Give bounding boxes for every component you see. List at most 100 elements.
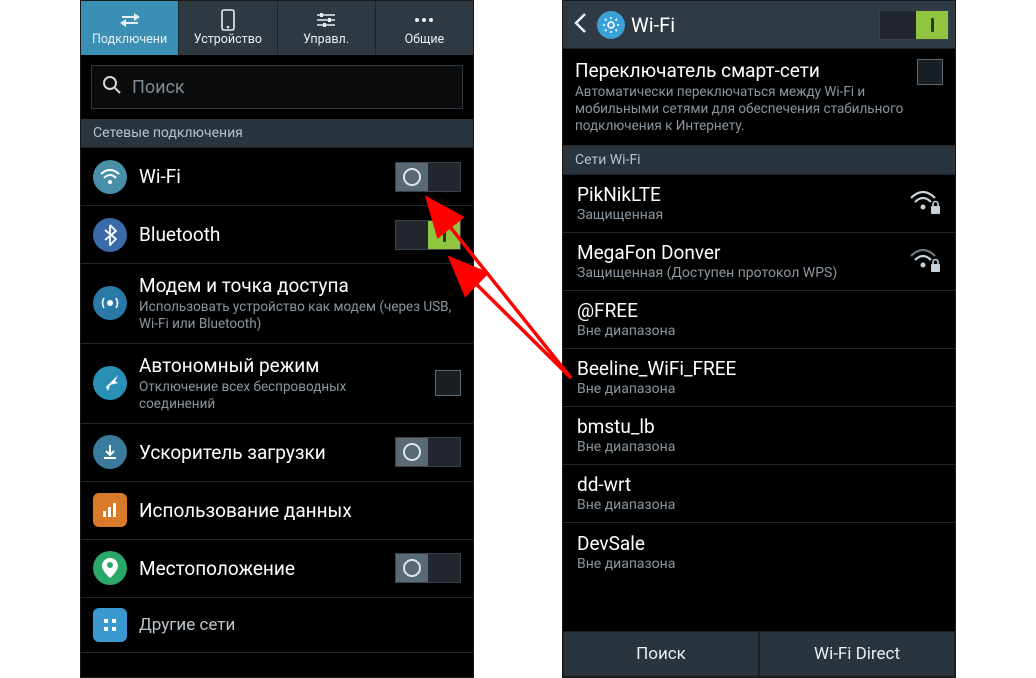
wifi-screen: Wi-Fi Переключатель смарт-сети Автоматич… bbox=[562, 0, 956, 678]
item-body: Другие сети bbox=[139, 615, 461, 635]
data-usage-icon bbox=[93, 493, 127, 527]
bottom-bar: Поиск Wi-Fi Direct bbox=[563, 631, 955, 677]
item-title: Wi-Fi bbox=[139, 165, 383, 188]
title-bar: Wi-Fi bbox=[563, 1, 955, 49]
tab-label: Управл. bbox=[303, 32, 349, 47]
item-sub: Использовать устройство как модем (через… bbox=[139, 299, 461, 333]
download-boost-icon bbox=[93, 435, 127, 469]
net-sub: Вне диапазона bbox=[577, 323, 941, 339]
tab-controls[interactable]: Управл. bbox=[278, 1, 376, 55]
item-other-networks[interactable]: Другие сети bbox=[81, 598, 473, 653]
item-title: Автономный режим bbox=[139, 354, 423, 377]
item-title: Bluetooth bbox=[139, 223, 383, 246]
block-body: Переключатель смарт-сети Автоматически п… bbox=[575, 59, 907, 135]
item-title: Модем и точка доступа bbox=[139, 274, 461, 297]
smart-switch-title: Переключатель смарт-сети bbox=[575, 59, 907, 82]
net-sub: Защищенная (Доступен протокол WPS) bbox=[577, 265, 897, 281]
item-title: Использование данных bbox=[139, 499, 461, 522]
item-title: Другие сети bbox=[139, 615, 461, 635]
net-name: PikNikLTE bbox=[577, 183, 897, 206]
bluetooth-icon bbox=[93, 218, 127, 252]
search-placeholder: Поиск bbox=[132, 77, 185, 98]
network-item[interactable]: MegaFon Donver Защищенная (Доступен прот… bbox=[563, 233, 955, 291]
location-pin-icon bbox=[93, 551, 127, 585]
screen-title: Wi-Fi bbox=[631, 13, 873, 37]
net-body: MegaFon Donver Защищенная (Доступен прот… bbox=[577, 241, 897, 281]
section-header-connections: Сетевые подключения bbox=[81, 119, 473, 148]
settings-screen: Подключени Устройство Управл. Общие П bbox=[80, 0, 474, 678]
location-toggle[interactable] bbox=[395, 553, 461, 583]
net-name: @FREE bbox=[577, 299, 941, 322]
gear-icon bbox=[597, 11, 625, 39]
more-networks-icon bbox=[93, 608, 127, 642]
network-item[interactable]: Beeline_WiFi_FREE Вне диапазона bbox=[563, 349, 955, 407]
item-sub: Отключение всех беспроводных соединений bbox=[139, 379, 423, 413]
item-body: Местоположение bbox=[139, 557, 383, 580]
net-body: dd-wrt Вне диапазона bbox=[577, 473, 941, 513]
tab-label: Устройство bbox=[194, 32, 262, 47]
tabs-row: Подключени Устройство Управл. Общие bbox=[81, 1, 473, 55]
network-item[interactable]: PikNikLTE Защищенная bbox=[563, 175, 955, 233]
search-input[interactable]: Поиск bbox=[91, 65, 463, 109]
net-sub: Вне диапазона bbox=[577, 497, 941, 513]
back-button[interactable] bbox=[569, 8, 591, 42]
network-item[interactable]: DevSale Вне диапазона bbox=[563, 523, 955, 581]
net-body: bmstu_lb Вне диапазона bbox=[577, 415, 941, 455]
network-item[interactable]: dd-wrt Вне диапазона bbox=[563, 465, 955, 523]
net-name: Beeline_WiFi_FREE bbox=[577, 357, 941, 380]
item-body: Модем и точка доступа Использовать устро… bbox=[139, 274, 461, 333]
net-body: DevSale Вне диапазона bbox=[577, 532, 941, 572]
booster-toggle[interactable] bbox=[395, 437, 461, 467]
tab-label: Подключени bbox=[92, 32, 167, 47]
airplane-checkbox[interactable] bbox=[435, 370, 461, 396]
more-icon bbox=[413, 9, 435, 31]
item-body: Использование данных bbox=[139, 499, 461, 522]
item-body: Ускоритель загрузки bbox=[139, 441, 383, 464]
net-sub: Вне диапазона bbox=[577, 556, 941, 572]
wifi-direct-button[interactable]: Wi-Fi Direct bbox=[759, 631, 955, 677]
item-title: Ускоритель загрузки bbox=[139, 441, 383, 464]
wifi-master-toggle[interactable] bbox=[879, 10, 949, 40]
net-body: @FREE Вне диапазона bbox=[577, 299, 941, 339]
item-title: Местоположение bbox=[139, 557, 383, 580]
net-name: bmstu_lb bbox=[577, 415, 941, 438]
smart-switch-sub: Автоматически переключаться между Wi-Fi … bbox=[575, 84, 907, 135]
swap-icon bbox=[119, 9, 141, 31]
net-sub: Защищенная bbox=[577, 207, 897, 223]
item-body: Bluetooth bbox=[139, 223, 383, 246]
airplane-icon bbox=[93, 366, 127, 400]
sliders-icon bbox=[315, 9, 337, 31]
net-sub: Вне диапазона bbox=[577, 381, 941, 397]
tab-connections[interactable]: Подключени bbox=[81, 1, 179, 55]
hotspot-icon bbox=[93, 286, 127, 320]
item-bluetooth[interactable]: Bluetooth bbox=[81, 206, 473, 264]
item-location[interactable]: Местоположение bbox=[81, 540, 473, 598]
item-wifi[interactable]: Wi-Fi bbox=[81, 148, 473, 206]
scan-button[interactable]: Поиск bbox=[563, 631, 759, 677]
tab-label: Общие bbox=[405, 32, 445, 47]
search-icon bbox=[102, 75, 122, 99]
smart-switch-block[interactable]: Переключатель смарт-сети Автоматически п… bbox=[563, 49, 955, 146]
wifi-toggle[interactable] bbox=[395, 162, 461, 192]
net-sub: Вне диапазона bbox=[577, 439, 941, 455]
item-body: Автономный режим Отключение всех беспров… bbox=[139, 354, 423, 413]
network-item[interactable]: bmstu_lb Вне диапазона bbox=[563, 407, 955, 465]
tab-device[interactable]: Устройство bbox=[179, 1, 277, 55]
device-icon bbox=[220, 9, 236, 31]
bluetooth-toggle[interactable] bbox=[395, 220, 461, 250]
smart-switch-checkbox[interactable] bbox=[917, 59, 943, 85]
network-item[interactable]: @FREE Вне диапазона bbox=[563, 291, 955, 349]
search-container: Поиск bbox=[81, 55, 473, 119]
item-booster[interactable]: Ускоритель загрузки bbox=[81, 424, 473, 482]
item-hotspot[interactable]: Модем и точка доступа Использовать устро… bbox=[81, 264, 473, 344]
item-body: Wi-Fi bbox=[139, 165, 383, 188]
wifi-icon bbox=[93, 160, 127, 194]
section-header-wifi-networks: Сети Wi-Fi bbox=[563, 146, 955, 175]
tab-general[interactable]: Общие bbox=[376, 1, 473, 55]
item-data-usage[interactable]: Использование данных bbox=[81, 482, 473, 540]
wifi-signal-locked-icon bbox=[909, 248, 941, 274]
net-body: Beeline_WiFi_FREE Вне диапазона bbox=[577, 357, 941, 397]
net-name: MegaFon Donver bbox=[577, 241, 897, 264]
net-name: DevSale bbox=[577, 532, 941, 555]
item-airplane[interactable]: Автономный режим Отключение всех беспров… bbox=[81, 344, 473, 424]
